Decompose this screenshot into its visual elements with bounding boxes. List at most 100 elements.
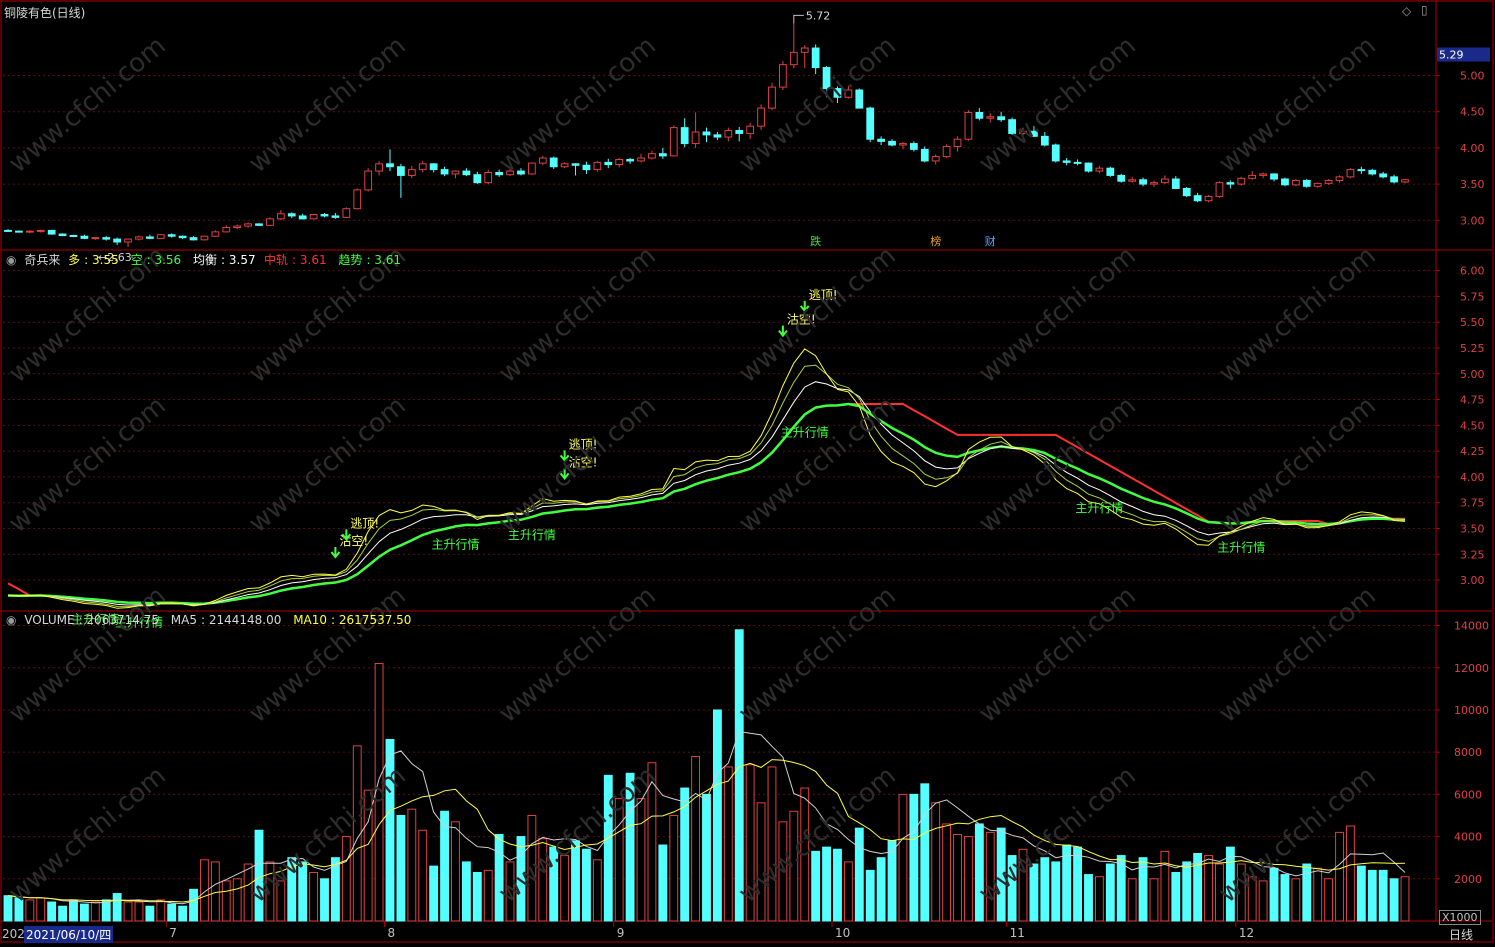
volume-bar — [865, 869, 875, 922]
chart-canvas[interactable]: 5.00 4.50 4.00 3.50 3.00 5.29 6.00 5.75 5.50 5.25… — [0, 0, 1495, 944]
indicator-tick-label: 4.00 — [1460, 471, 1485, 484]
signal-label: 逃顶! — [569, 437, 598, 451]
volume-bar — [964, 836, 973, 922]
candle-body — [47, 229, 56, 235]
volume-bar — [942, 823, 952, 922]
scale-unit: X1000 — [1439, 910, 1481, 925]
volume-bar — [702, 793, 711, 922]
volume-bar — [210, 861, 220, 922]
candle-body — [1193, 195, 1202, 202]
period-label[interactable]: 日线 — [1449, 926, 1473, 943]
volume-bar — [571, 840, 580, 922]
volume-bar — [843, 861, 853, 922]
candle-body — [276, 213, 285, 220]
candle-body — [58, 233, 67, 236]
volume-bar — [756, 802, 766, 922]
collapse-icon[interactable]: ◉ — [6, 253, 16, 267]
candle-body — [15, 230, 23, 233]
month-label: 12 — [1239, 926, 1254, 940]
volume-key: VOLUME — [24, 613, 75, 627]
candle-body — [298, 215, 307, 220]
price-panel-header: 铜陵有色(日线) — [4, 4, 89, 21]
volume-bar — [145, 905, 155, 922]
collapse-icon[interactable]: ◉ — [6, 613, 16, 627]
candle-body — [342, 208, 351, 218]
midrail-key: 中轨 — [264, 253, 289, 267]
price-tick-label: 4.50 — [1460, 106, 1485, 119]
volume-bar — [549, 846, 559, 922]
cursor-date: 2021/06/10/四 — [24, 926, 114, 943]
volume-bar — [1204, 855, 1213, 922]
candle-body — [1346, 169, 1355, 178]
candle-body — [582, 164, 591, 171]
diamond-icon[interactable]: ◇ — [1402, 4, 1411, 18]
volume-bar — [341, 836, 351, 922]
candle-body — [80, 235, 89, 239]
candle-body — [375, 163, 383, 172]
candle-body — [1281, 178, 1289, 186]
panel-toggle-icon[interactable]: ▯ — [1421, 3, 1428, 17]
volume-bar — [320, 878, 329, 922]
volume-bar — [669, 814, 679, 922]
balance-key: 均衡 — [193, 253, 218, 267]
candle-body — [899, 143, 907, 146]
long-key: 多 — [68, 253, 81, 267]
candle-body — [113, 238, 122, 243]
volume-bar — [265, 861, 275, 922]
candle-body — [931, 156, 940, 162]
short-line — [7, 364, 1406, 608]
candle-body — [658, 153, 667, 157]
volume-bar — [112, 893, 122, 922]
date-prefix: 202 — [2, 927, 25, 941]
candle-body — [287, 213, 296, 217]
volume-bar — [1280, 874, 1290, 922]
indicator-tick-label: 4.25 — [1460, 445, 1485, 458]
candle-body — [353, 189, 362, 210]
price-tick-label: 4.00 — [1460, 142, 1485, 155]
ma5-value: 2144148.00 — [208, 613, 282, 627]
volume-bar — [603, 774, 613, 922]
volume-bar — [1324, 878, 1334, 922]
indicator-tick-label: 5.25 — [1460, 342, 1485, 355]
volume-bar — [625, 772, 635, 922]
candle-body — [364, 170, 373, 191]
candle-body — [211, 231, 220, 237]
candle-body — [953, 138, 962, 147]
month-label: 10 — [835, 926, 850, 940]
indicator-tick-label: 3.00 — [1460, 574, 1485, 587]
candle-body — [25, 230, 34, 233]
month-label: 11 — [1010, 926, 1025, 940]
indicator-header-2: 中轨: 3.61 趋势: 3.61 — [264, 253, 402, 267]
volume-bar — [494, 833, 504, 922]
volume-bar — [1160, 850, 1170, 922]
volume-bar — [1018, 848, 1028, 922]
candle-body — [233, 225, 242, 229]
candle-body — [397, 166, 405, 176]
ma10-value: 2617537.50 — [338, 613, 412, 627]
candle-body — [135, 236, 143, 240]
signal-label: 逃顶! — [350, 516, 379, 530]
volume-bar — [69, 899, 78, 922]
candle-body — [822, 67, 831, 90]
candle-body — [1357, 169, 1366, 172]
volume-bar — [811, 850, 821, 922]
candle-body — [920, 148, 929, 162]
candle-body — [200, 235, 209, 241]
signal-arrow — [799, 300, 810, 313]
volume-bar — [1400, 876, 1410, 922]
uptrend-signal: 主升行情 — [781, 426, 829, 440]
volume-bar — [451, 821, 460, 922]
month-label: 7 — [169, 926, 177, 940]
volume-bar — [36, 897, 46, 922]
volume-bar — [778, 821, 788, 922]
volume-tick-label: 10000 — [1454, 704, 1489, 717]
volume-bar — [243, 863, 253, 922]
volume-bar — [505, 861, 515, 922]
volume-bar — [1313, 867, 1323, 922]
volume-bar — [1247, 876, 1257, 922]
volume-bar — [254, 829, 264, 922]
volume-bar — [1346, 825, 1355, 922]
candle-body — [615, 158, 624, 166]
volume-bar — [298, 861, 308, 922]
balance-value: 3.57 — [228, 253, 256, 267]
